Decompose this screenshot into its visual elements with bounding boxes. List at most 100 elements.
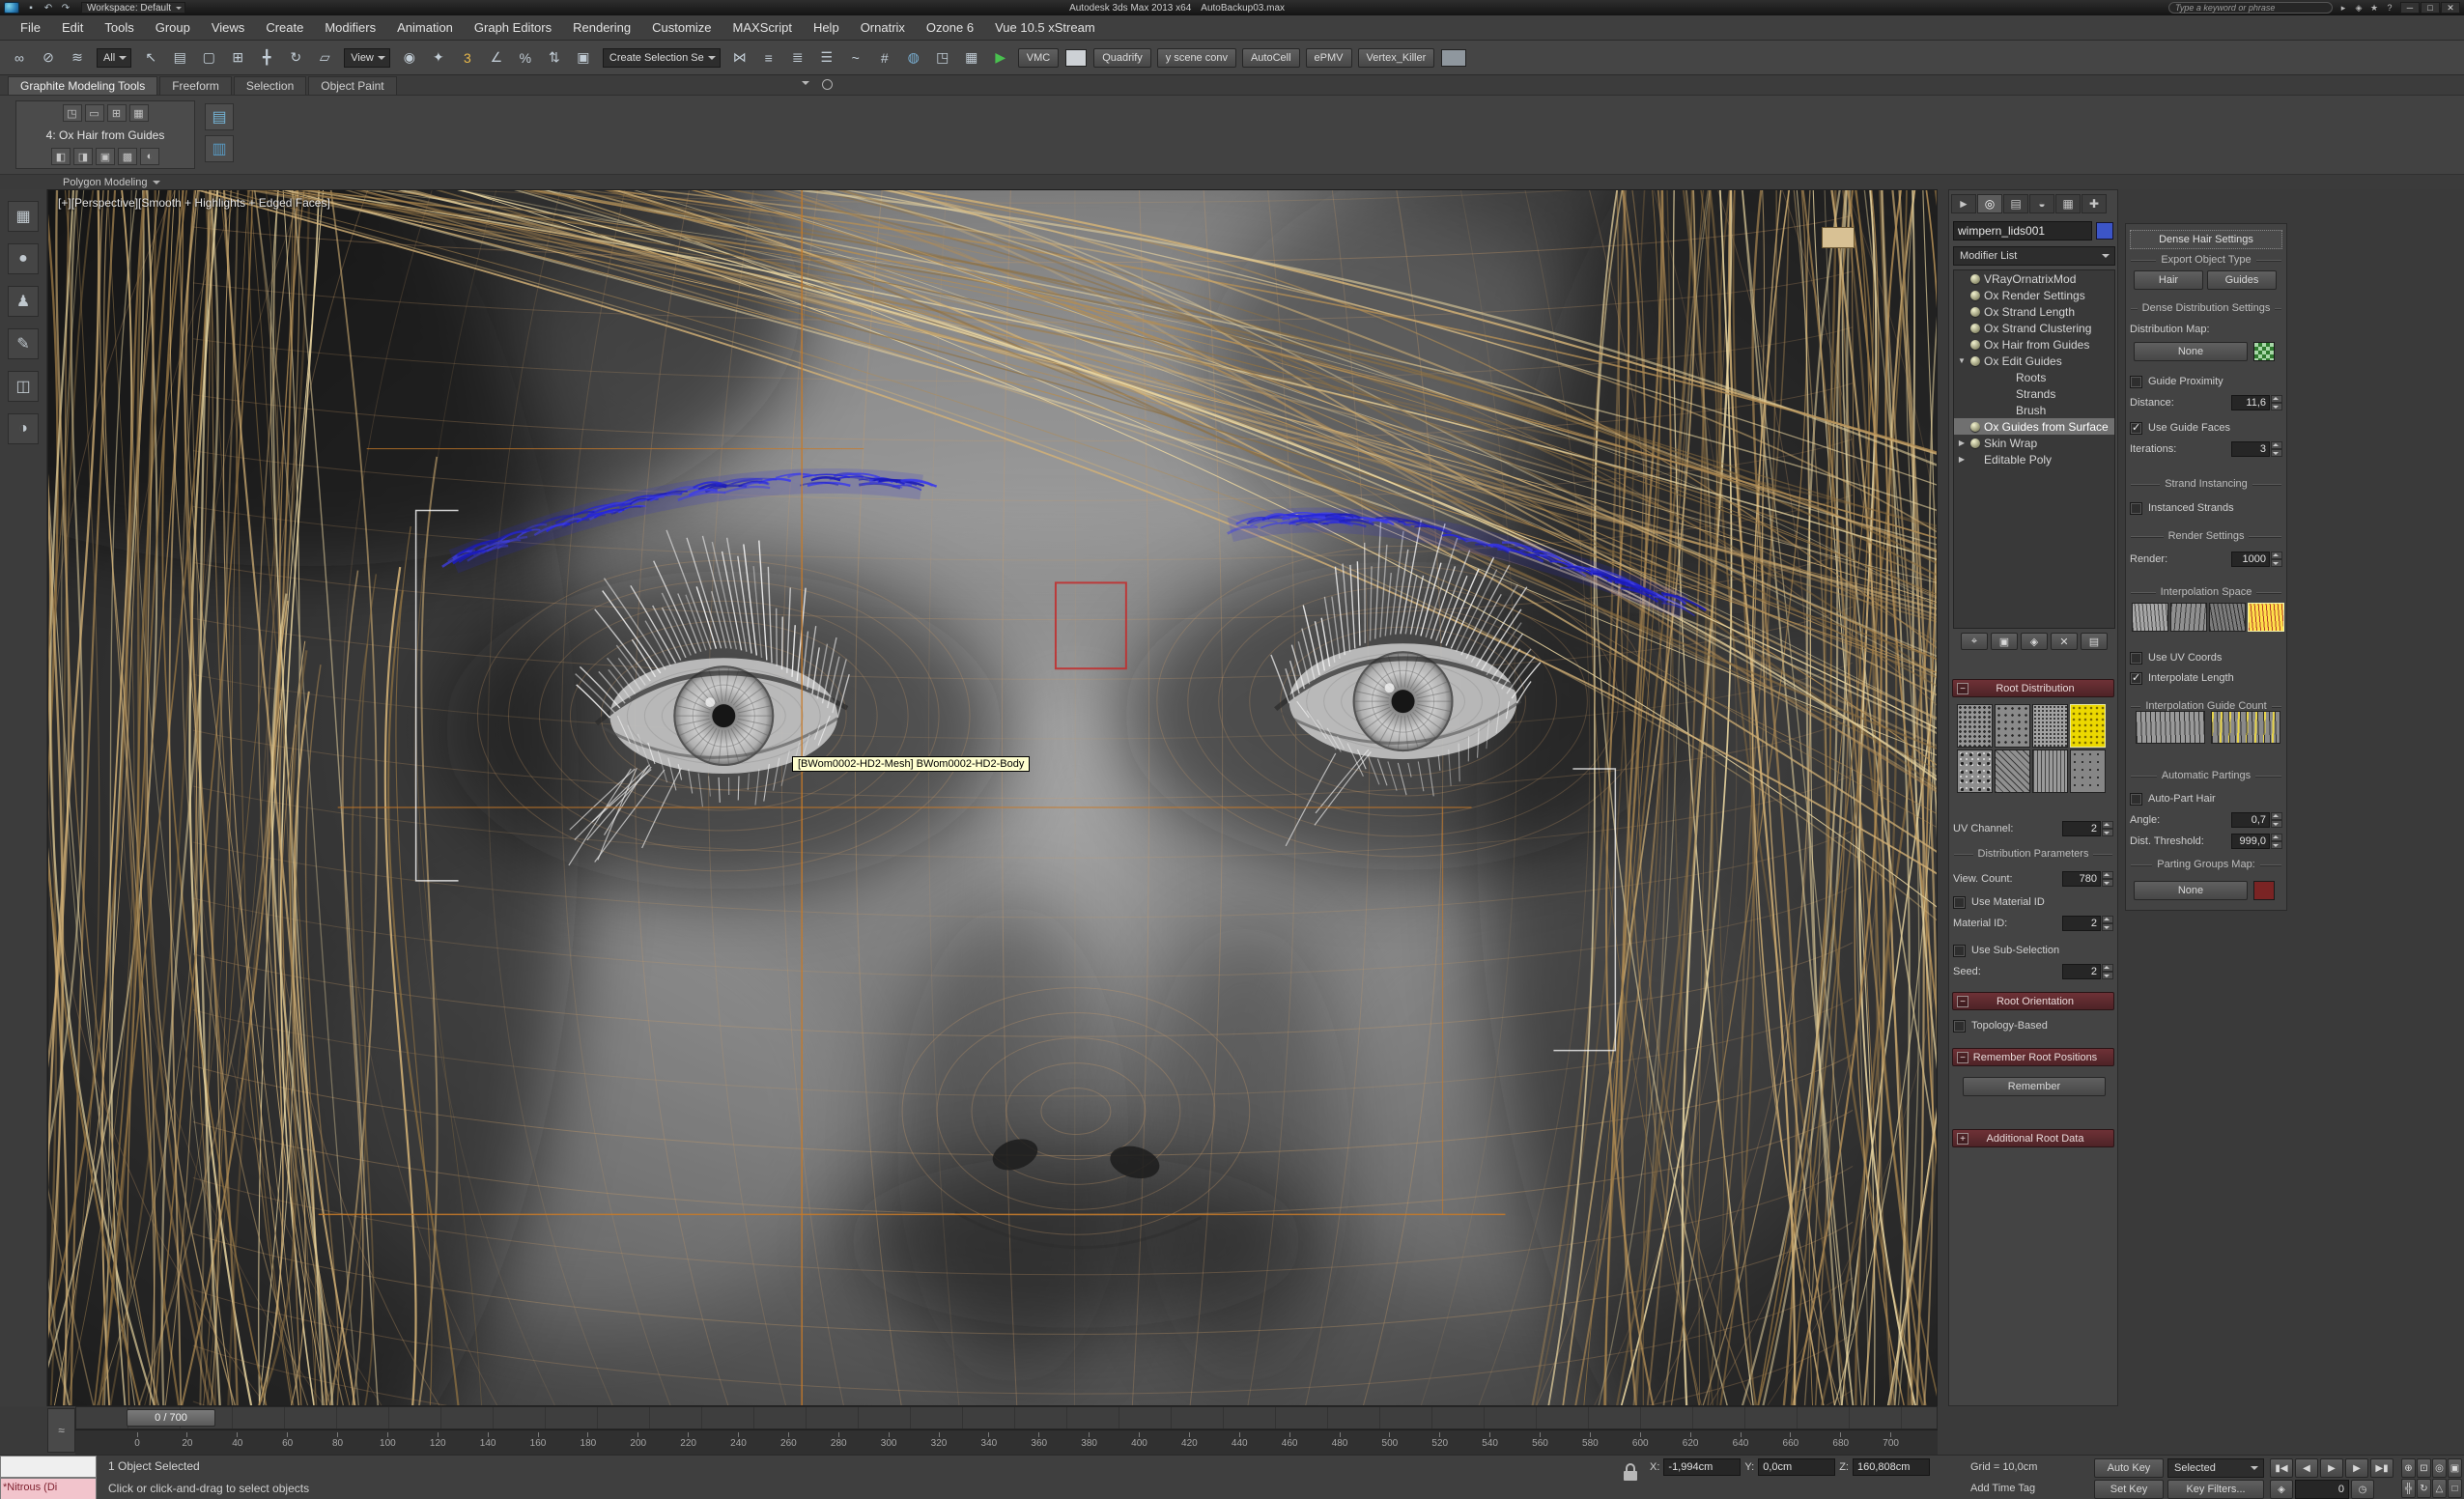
menu-item[interactable]: Group [145,15,201,40]
timeline-tick[interactable]: 540 [1483,1432,1498,1455]
quadrify-button[interactable]: Quadrify [1093,48,1151,68]
left-dot-tool-icon[interactable]: ● [8,243,39,274]
distribution-swatch-8[interactable] [2070,750,2106,793]
dense-hair-settings-header[interactable]: Dense Hair Settings [2130,230,2282,249]
key-mode-dropdown[interactable]: Selected [2167,1458,2264,1478]
workspace-dropdown[interactable]: Workspace: Default [81,2,185,14]
modifier-stack-row[interactable]: ▶ Editable Poly [1954,451,2114,467]
use-pivot-center-icon[interactable]: ◉ [396,45,423,71]
previous-frame-button[interactable]: ◀ [2295,1458,2318,1478]
mirror-icon[interactable]: ⋈ [726,45,753,71]
ribbon-tab[interactable]: Object Paint [308,76,396,95]
interpolation-swatch-2[interactable] [2170,603,2207,632]
timeline-tick[interactable]: 580 [1582,1432,1598,1455]
app-logo[interactable] [4,2,19,14]
named-selection-sets-icon[interactable]: ▣ [570,45,597,71]
modify-tab-icon[interactable]: ◎ [1977,194,2002,213]
distribution-map-button[interactable]: None [2134,342,2248,361]
timeline-tick[interactable]: 500 [1382,1432,1398,1455]
remove-modifier-button[interactable]: ✕ [2051,633,2078,650]
current-frame-field[interactable]: 0 [2295,1480,2349,1499]
mini-curve-editor-button[interactable]: ≈ [47,1408,75,1453]
save-icon[interactable]: ▪ [23,2,39,14]
modifier-stack-row[interactable]: VRayOrnatrixMod [1954,270,2114,287]
ribbon-plane-icon[interactable]: ▭ [85,104,104,122]
spinner-arrows[interactable] [2271,812,2282,828]
timeline-tick[interactable]: 520 [1432,1432,1448,1455]
y-coordinate-field[interactable]: 0,0cm [1758,1458,1835,1476]
use-sub-selection-checkbox[interactable]: Use Sub-Selection [1953,942,2113,959]
ribbon-tab[interactable]: Graphite Modeling Tools [8,76,157,95]
dist-threshold-spinner[interactable]: 999,0 [2231,834,2282,849]
timeline-tick[interactable]: 140 [480,1432,496,1455]
modifier-stack-row[interactable]: Roots [1954,369,2114,385]
configure-modifier-sets-button[interactable]: ▤ [2081,633,2108,650]
auto-part-hair-checkbox[interactable]: Auto-Part Hair [2130,790,2282,807]
zoom-all-icon[interactable]: ⊡ [2417,1458,2431,1478]
distribution-swatch-active[interactable] [2070,704,2106,748]
modifier-stack-row[interactable]: ▶ Skin Wrap [1954,435,2114,451]
modifier-stack-row[interactable]: Ox Strand Length [1954,303,2114,320]
use-uv-coords-checkbox[interactable]: Use UV Coords [2130,649,2282,666]
custom-blank-button[interactable] [1441,49,1466,67]
menu-item[interactable]: Graph Editors [464,15,562,40]
ribbon-tab[interactable]: Freeform [159,76,232,95]
uv-channel-spinner[interactable]: 2 [2062,821,2113,836]
select-and-manipulate-icon[interactable]: ✦ [425,45,452,71]
menu-item[interactable]: Rendering [562,15,641,40]
timeline-tick[interactable]: 620 [1683,1432,1698,1455]
spinner-arrows[interactable] [2102,916,2113,931]
timeline-tick[interactable]: 260 [780,1432,796,1455]
timeline-tick[interactable]: 160 [530,1432,546,1455]
timeline-tick[interactable]: 300 [881,1432,896,1455]
timeline-tick[interactable]: 600 [1632,1432,1648,1455]
menu-item[interactable]: Views [201,15,255,40]
play-animation-button[interactable]: ▶ [2320,1458,2343,1478]
timeline-tick[interactable]: 120 [430,1432,445,1455]
selection-filter-dropdown[interactable]: All [97,48,131,68]
go-to-start-button[interactable]: ▮◀ [2270,1458,2293,1478]
timeline-tick[interactable]: 700 [1883,1432,1899,1455]
add-time-tag[interactable]: Add Time Tag [1970,1483,2035,1494]
guide-proximity-checkbox[interactable]: Guide Proximity [2130,373,2282,390]
snap-toggle-icon[interactable]: 3 [454,45,481,71]
modifier-stack-row[interactable]: Strands [1954,385,2114,402]
menu-item[interactable]: Tools [94,15,144,40]
timeline-tick[interactable]: 660 [1783,1432,1798,1455]
epmv-button[interactable]: ePMV [1306,48,1352,68]
selection-set-combo[interactable]: Create Selection Se [603,48,721,68]
search-go-icon[interactable]: ▸ [2337,2,2350,14]
bulb-icon[interactable] [1970,438,1980,448]
time-slider[interactable]: 0 / 700 [127,1409,215,1427]
bulb-icon[interactable] [1970,274,1980,284]
ribbon-polygon-icon[interactable]: ▩ [118,148,137,165]
expand-icon[interactable]: ▶ [1957,455,1967,464]
select-and-rotate-icon[interactable]: ↻ [282,45,309,71]
ribbon-minimize-icon[interactable] [798,77,813,91]
left-display-tool-icon[interactable]: ◑ [8,413,39,444]
render-production-icon[interactable]: ▶ [987,45,1014,71]
ribbon-grid-icon[interactable]: ⊞ [107,104,127,122]
spinner-arrows[interactable] [2271,441,2282,457]
bulb-icon[interactable] [1970,324,1980,333]
left-brush-tool-icon[interactable]: ✎ [8,328,39,359]
distribution-swatch-6[interactable] [1995,750,2030,793]
schematic-view-icon[interactable]: # [871,45,898,71]
modifier-stack-row[interactable]: Ox Strand Clustering [1954,320,2114,336]
select-and-link-icon[interactable]: ∞ [6,45,33,71]
menu-item[interactable]: Vue 10.5 xStream [984,15,1106,40]
ribbon-mesh-icon[interactable]: ▦ [129,104,149,122]
bind-to-spacewarp-icon[interactable]: ≋ [64,45,91,71]
use-guide-faces-checkbox[interactable]: Use Guide Faces [2130,419,2282,437]
seed-spinner[interactable]: 2 [2062,964,2113,979]
minimize-button[interactable]: ─ [2400,2,2420,14]
infocenter-search-input[interactable] [2168,2,2333,14]
ribbon-edge-icon[interactable]: ◨ [73,148,93,165]
viewport-label[interactable]: [+][Perspective][Smooth + Highlights + E… [58,196,330,210]
zoom-icon[interactable]: ⊕ [2401,1458,2416,1478]
timeline-tick[interactable]: 380 [1082,1432,1097,1455]
undo-icon[interactable]: ↶ [41,2,56,14]
angle-snap-icon[interactable]: ∠ [483,45,510,71]
ribbon-border-icon[interactable]: ▣ [96,148,115,165]
render-count-spinner[interactable]: 1000 [2231,552,2282,567]
